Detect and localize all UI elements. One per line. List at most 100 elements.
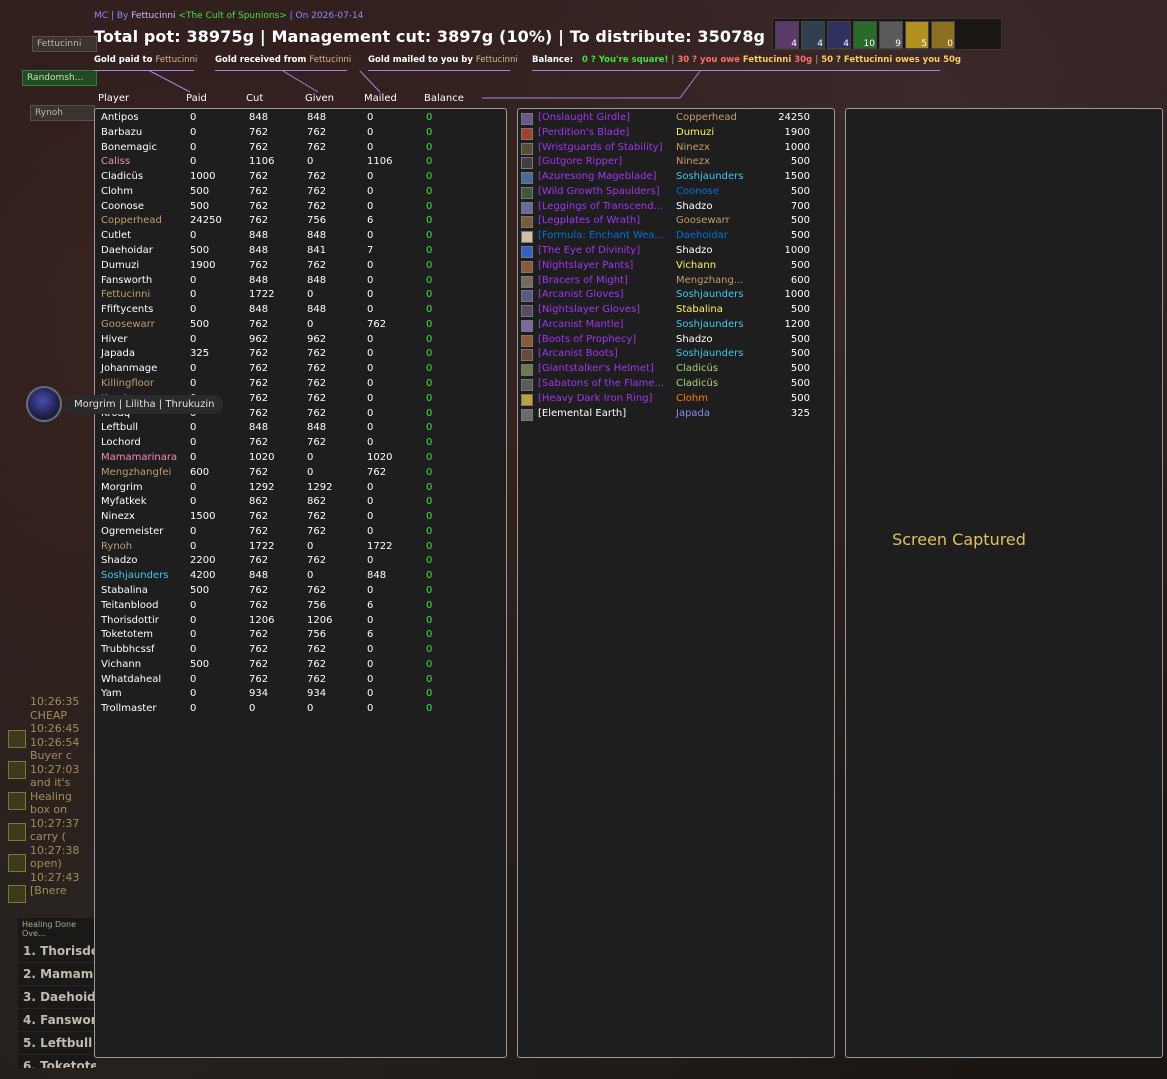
table-row[interactable]: Yam 0 934 934 0 0 <box>95 688 505 703</box>
cell-mailed: 0 <box>367 703 374 715</box>
cell-cut: 762 <box>249 215 269 227</box>
loot-row[interactable]: [Arcanist Mantle] Soshjaunders 1200 <box>518 319 834 334</box>
table-row[interactable]: Clohm 500 762 762 0 0 <box>95 186 505 201</box>
table-row[interactable]: Mamamarinara 0 1020 0 1020 0 <box>95 452 505 467</box>
table-row[interactable]: Teitanblood 0 762 756 6 0 <box>95 600 505 615</box>
table-row[interactable]: Vichann 500 762 762 0 0 <box>95 659 505 674</box>
table-row[interactable]: Caliss 0 1106 0 1106 0 <box>95 156 505 171</box>
table-row[interactable]: Coonose 500 762 762 0 0 <box>95 201 505 216</box>
loot-row[interactable]: [Wild Growth Spaulders] Coonose 500 <box>518 186 834 201</box>
table-row[interactable]: Johanmage 0 762 762 0 0 <box>95 363 505 378</box>
table-row[interactable]: Rynoh 0 1722 0 1722 0 <box>95 541 505 556</box>
loot-row[interactable]: [Azuresong Mageblade] Soshjaunders 1500 <box>518 171 834 186</box>
item-link[interactable]: [Perdition's Blade] <box>538 127 629 138</box>
cell-paid: 500 <box>190 318 210 330</box>
table-row[interactable]: Whatdaheal 0 762 762 0 0 <box>95 674 505 689</box>
table-row[interactable]: Cladicüs 1000 762 762 0 0 <box>95 171 505 186</box>
table-row[interactable]: Ffiftycents 0 848 848 0 0 <box>95 304 505 319</box>
table-row[interactable]: Copperhead 24250 762 756 6 0 <box>95 215 505 230</box>
item-link[interactable]: [Legplates of Wrath] <box>538 215 640 226</box>
table-row[interactable]: Antipos 0 848 848 0 0 <box>95 112 505 127</box>
cell-paid: 24250 <box>190 215 222 227</box>
item-link[interactable]: [The Eye of Divinity] <box>538 245 640 256</box>
cell-balance: 0 <box>426 215 433 227</box>
chat-button-icon <box>8 885 26 903</box>
cell-mailed: 0 <box>367 348 374 360</box>
item-link[interactable]: [Arcanist Boots] <box>538 348 618 359</box>
cell-balance: 0 <box>426 289 433 301</box>
cell-balance: 0 <box>426 304 433 316</box>
loot-row[interactable]: [Heavy Dark Iron Ring] Clohm 500 <box>518 393 834 408</box>
loot-row[interactable]: [Elemental Earth] Japada 325 <box>518 408 834 423</box>
table-row[interactable]: Stabalina 500 762 762 0 0 <box>95 585 505 600</box>
item-link[interactable]: [Boots of Prophecy] <box>538 334 636 345</box>
table-row[interactable]: Dumuzi 1900 762 762 0 0 <box>95 260 505 275</box>
table-row[interactable]: Shadzo 2200 762 762 0 0 <box>95 555 505 570</box>
table-row[interactable]: Killingfloor 0 762 762 0 0 <box>95 378 505 393</box>
loot-row[interactable]: [Perdition's Blade] Dumuzi 1900 <box>518 127 834 142</box>
table-row[interactable]: Ogremeister 0 762 762 0 0 <box>95 526 505 541</box>
table-row[interactable]: Trubbhcssf 0 762 762 0 0 <box>95 644 505 659</box>
loot-row[interactable]: [Gutgore Ripper] Ninezx 500 <box>518 156 834 171</box>
loot-row[interactable]: [Formula: Enchant Wea... Daehoidar 500 <box>518 230 834 245</box>
loot-row[interactable]: [Leggings of Transcend... Shadzo 700 <box>518 201 834 216</box>
player-table[interactable]: Antipos 0 848 848 0 0 Barbazu 0 762 762 0 0 Bonemagi… <box>94 108 507 1058</box>
cell-cut: 848 <box>249 112 269 123</box>
table-row[interactable]: Soshjaunders 4200 848 0 848 0 <box>95 570 505 585</box>
table-row[interactable]: Barbazu 0 762 762 0 0 <box>95 127 505 142</box>
loot-winner: Soshjaunders <box>676 318 744 330</box>
item-link[interactable]: [Sabatons of the Flame... <box>538 378 664 389</box>
item-link[interactable]: [Nightslayer Gloves] <box>538 304 640 315</box>
item-link[interactable]: [Heavy Dark Iron Ring] <box>538 393 652 404</box>
loot-row[interactable]: [Nightslayer Gloves] Stabalina 500 <box>518 304 834 319</box>
loot-row[interactable]: [Boots of Prophecy] Shadzo 500 <box>518 334 834 349</box>
table-row[interactable]: Mengzhangfei 600 762 0 762 0 <box>95 467 505 482</box>
item-link[interactable]: [Onslaught Girdle] <box>538 112 630 123</box>
item-link[interactable]: [Azuresong Mageblade] <box>538 171 656 182</box>
table-row[interactable]: Ninezx 1500 762 762 0 0 <box>95 511 505 526</box>
loot-row[interactable]: [Arcanist Boots] Soshjaunders 500 <box>518 348 834 363</box>
table-row[interactable]: Goosewarr 500 762 0 762 0 <box>95 319 505 334</box>
cell-paid: 600 <box>190 466 210 478</box>
loot-row[interactable]: [Nightslayer Pants] Vichann 500 <box>518 260 834 275</box>
table-row[interactable]: Fettucinni 0 1722 0 0 0 <box>95 289 505 304</box>
loot-row[interactable]: [Onslaught Girdle] Copperhead 24250 <box>518 112 834 127</box>
loot-row[interactable]: [Bracers of Might] Mengzhang... 600 <box>518 275 834 290</box>
item-link[interactable]: [Wild Growth Spaulders] <box>538 186 660 197</box>
table-row[interactable]: Toketotem 0 762 756 6 0 <box>95 629 505 644</box>
item-link[interactable]: [Arcanist Mantle] <box>538 319 624 330</box>
table-row[interactable]: Morgrim 0 1292 1292 0 0 <box>95 482 505 497</box>
cell-given: 762 <box>307 348 327 360</box>
loot-row[interactable]: [Sabatons of the Flame... Cladicüs 500 <box>518 378 834 393</box>
table-row[interactable]: Cutlet 0 848 848 0 0 <box>95 230 505 245</box>
item-link[interactable]: [Bracers of Might] <box>538 275 628 286</box>
loot-row[interactable]: [The Eye of Divinity] Shadzo 1000 <box>518 245 834 260</box>
table-row[interactable]: Myfatkek 0 862 862 0 0 <box>95 496 505 511</box>
table-row[interactable]: Hiver 0 962 962 0 0 <box>95 334 505 349</box>
table-row[interactable]: Thorisdottir 0 1206 1206 0 0 <box>95 615 505 630</box>
item-link[interactable]: [Formula: Enchant Wea... <box>538 230 664 241</box>
cell-balance: 0 <box>426 126 433 138</box>
table-row[interactable]: Leftbull 0 848 848 0 0 <box>95 422 505 437</box>
table-row[interactable]: Bonemagic 0 762 762 0 0 <box>95 142 505 157</box>
item-link[interactable]: [Wristguards of Stability] <box>538 142 662 153</box>
table-row[interactable]: Fansworth 0 848 848 0 0 <box>95 275 505 290</box>
cell-paid: 2200 <box>190 555 216 567</box>
table-row[interactable]: Trollmaster 0 0 0 0 0 <box>95 703 505 718</box>
cell-name: Ogremeister <box>101 525 164 537</box>
item-link[interactable]: [Leggings of Transcend... <box>538 201 663 212</box>
table-row[interactable]: Daehoidar 500 848 841 7 0 <box>95 245 505 260</box>
item-icon <box>521 379 533 392</box>
loot-row[interactable]: [Giantstalker's Helmet] Cladicüs 500 <box>518 363 834 378</box>
loot-row[interactable]: [Arcanist Gloves] Soshjaunders 1000 <box>518 289 834 304</box>
item-link[interactable]: [Nightslayer Pants] <box>538 260 633 271</box>
loot-list[interactable]: [Onslaught Girdle] Copperhead 24250 [Perdit… <box>517 108 835 1058</box>
table-row[interactable]: Lochord 0 762 762 0 0 <box>95 437 505 452</box>
item-link[interactable]: [Giantstalker's Helmet] <box>538 363 654 374</box>
item-link[interactable]: [Gutgore Ripper] <box>538 156 622 167</box>
item-link[interactable]: [Arcanist Gloves] <box>538 289 624 300</box>
table-row[interactable]: Japada 325 762 762 0 0 <box>95 348 505 363</box>
loot-row[interactable]: [Wristguards of Stability] Ninezx 1000 <box>518 142 834 157</box>
item-link[interactable]: [Elemental Earth] <box>538 408 626 419</box>
loot-row[interactable]: [Legplates of Wrath] Goosewarr 500 <box>518 215 834 230</box>
